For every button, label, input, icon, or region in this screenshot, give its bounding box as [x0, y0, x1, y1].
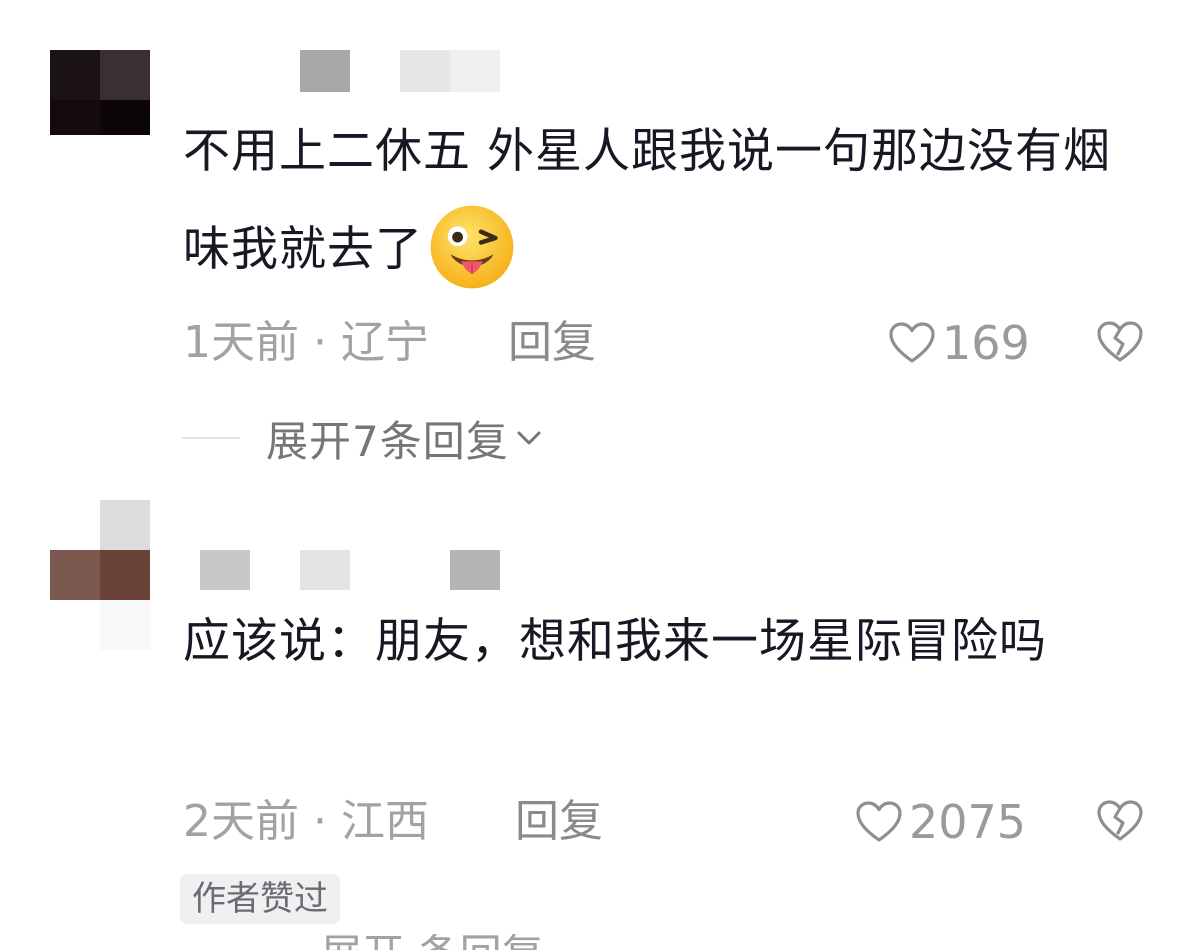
username-mosaic[interactable] [300, 50, 500, 92]
like-button[interactable]: 2075 [855, 792, 1026, 852]
separator-dot: · [313, 317, 327, 368]
comment-location: 江西 [341, 796, 429, 847]
comment-list: 不用上二休五 外星人跟我说一句那边没有烟味我就去了 1天前 · 辽宁 回复 169 [0, 0, 1200, 950]
expand-replies-button[interactable]: 展开7条回复 [182, 408, 545, 468]
cutoff-expand-row: — 展开 条回复 [265, 934, 544, 950]
separator-dot: · [313, 796, 327, 847]
heart-outline-icon [856, 801, 902, 842]
like-count: 169 [942, 316, 1030, 370]
comment-time: 1天前 [183, 317, 299, 368]
author-liked-badge: 作者赞过 [180, 874, 340, 924]
username-mosaic[interactable] [200, 550, 500, 590]
heart-outline-icon [889, 322, 935, 363]
expand-replies-label: 展开7条回复 [266, 416, 509, 466]
like-button[interactable]: 169 [888, 313, 1030, 373]
avatar[interactable] [50, 50, 150, 135]
comment-text: 应该说：朋友，想和我来一场星际冒险吗 [183, 614, 1047, 669]
squinting-tongue-emoji-icon [430, 205, 514, 288]
like-count: 2075 [909, 795, 1027, 849]
comment-meta: 2天前 · 江西 回复 [183, 792, 603, 852]
divider-line [182, 437, 240, 439]
broken-heart-icon[interactable] [1096, 318, 1144, 366]
broken-heart-icon[interactable] [1096, 797, 1144, 845]
comment-meta: 1天前 · 辽宁 回复 [183, 313, 596, 373]
comment-location: 辽宁 [341, 317, 429, 368]
comment-text: 不用上二休五 外星人跟我说一句那边没有烟味我就去了 [183, 103, 1143, 299]
reply-button[interactable]: 回复 [508, 313, 596, 373]
comment-time: 2天前 [183, 796, 299, 847]
chevron-down-icon [517, 431, 541, 445]
reply-button[interactable]: 回复 [515, 792, 603, 852]
avatar[interactable] [50, 500, 150, 650]
